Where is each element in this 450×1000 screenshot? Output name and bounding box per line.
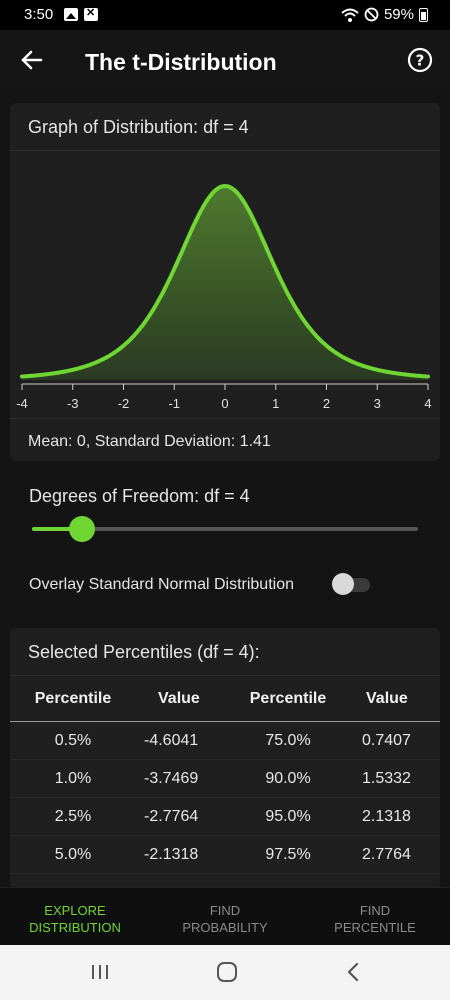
nav-label: PERCENTILE [334,920,416,935]
x-tick-label: 0 [221,396,228,411]
back-icon[interactable] [342,961,366,983]
table-row: 1.0% -3.7469 90.0% 1.5332 [10,760,440,798]
column-header: Percentile [249,689,327,707]
column-header: Percentile [34,689,112,707]
bottom-nav: EXPLORE DISTRIBUTION FIND PROBABILITY FI… [0,887,450,945]
nav-find-percentile[interactable]: FIND PERCENTILE [300,888,450,945]
nav-explore-distribution[interactable]: EXPLORE DISTRIBUTION [0,888,150,945]
df-slider[interactable] [32,516,418,542]
table-cell: 1.0% [54,769,92,787]
table-cell: 97.5% [265,845,311,863]
table-cell: 90.0% [265,769,311,787]
table-cell: 75.0% [265,731,311,749]
close-box-icon [84,6,98,21]
overlay-normal-label: Overlay Standard Normal Distribution [29,576,294,593]
nav-label: FIND [209,903,241,918]
column-header: Value [158,689,200,707]
df-slider-thumb[interactable] [69,516,95,542]
table-cell: 95.0% [265,807,311,825]
table-cell: 0.7407 [362,731,411,749]
nav-label: EXPLORE [44,903,106,918]
svg-text:?: ? [416,52,425,70]
column-header: Value [366,689,408,707]
nav-find-probability[interactable]: FIND PROBABILITY [150,888,300,945]
nav-label: FIND [359,903,391,918]
x-tick-label: -2 [118,396,130,411]
df-label: Degrees of Freedom: df = 4 [29,486,250,506]
table-cell: 1.5332 [362,769,411,787]
wifi-icon [341,8,359,22]
x-tick-label: -1 [168,396,180,411]
nav-label: PROBABILITY [182,920,268,935]
home-icon[interactable] [215,961,239,983]
table-cell: 2.7764 [362,845,411,863]
table-cell: -4.6041 [144,731,199,749]
x-tick-label: -3 [67,396,79,411]
do-not-disturb-icon [364,7,379,22]
table-row: 5.0% -2.1318 97.5% 2.7764 [10,836,440,874]
table-cell: -2.1318 [144,845,199,863]
x-tick-label: -4 [16,396,28,411]
table-cell: 2.5% [54,807,92,825]
table-cell: 5.0% [54,845,92,863]
x-tick-label: 3 [374,396,381,411]
distribution-area [22,186,428,380]
nav-label: DISTRIBUTION [29,920,121,935]
image-icon [64,8,78,21]
recent-apps-icon[interactable] [88,961,112,983]
arrow-left-icon[interactable] [18,46,46,74]
percentiles-title: Selected Percentiles (df = 4): [10,628,440,676]
table-cell: 2.1318 [362,807,411,825]
overlay-normal-toggle[interactable] [332,573,372,595]
battery-percent: 59% [383,6,414,23]
x-tick-label: 2 [323,396,330,411]
graph-card-title: Graph of Distribution: df = 4 [10,103,440,151]
app-bar: The t-Distribution ? [0,30,450,94]
status-bar: 3:50 59% [0,0,450,30]
battery-icon [419,7,428,22]
table-cell: -3.7469 [144,769,199,787]
percentiles-card: Selected Percentiles (df = 4): Percentil… [10,628,440,890]
status-time: 3:50 [24,6,54,23]
help-circle-icon[interactable]: ? [406,46,434,74]
table-cell: -2.7764 [144,807,199,825]
page-title: The t-Distribution [85,49,277,75]
graph-card: Graph of Distribution: df = 4 -4 -3 -2 -1 0 1… [10,103,440,461]
table-cell: 0.5% [54,731,92,749]
percentiles-table: Percentile Value Percentile Value 0.5% -… [10,676,440,874]
distribution-chart: -4 -3 -2 -1 0 1 2 3 4 [16,183,432,411]
table-header: Percentile Value Percentile Value [10,676,440,722]
x-tick-label: 4 [424,396,431,411]
distribution-stats: Mean: 0, Standard Deviation: 1.41 [28,433,271,450]
table-row: 0.5% -4.6041 75.0% 0.7407 [10,722,440,760]
table-row: 2.5% -2.7764 95.0% 2.1318 [10,798,440,836]
system-nav-bar [0,945,450,1000]
x-tick-label: 1 [272,396,279,411]
